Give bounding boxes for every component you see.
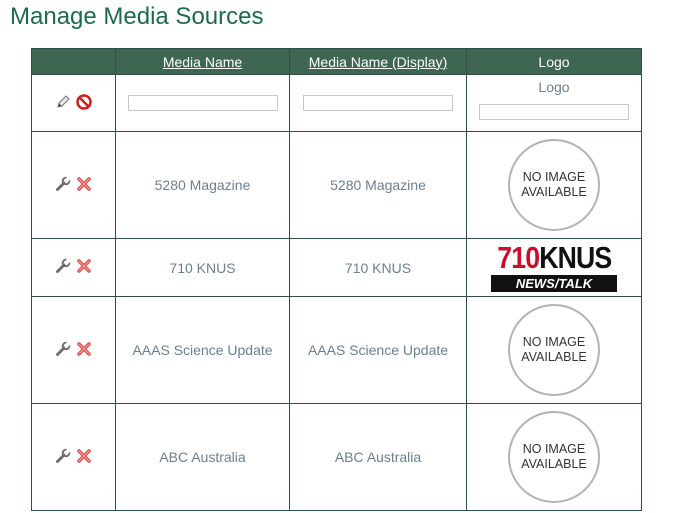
no-image-line1: NO IMAGE — [522, 442, 586, 456]
media-name-display-cell: 710 KNUS — [289, 238, 467, 297]
knus-logo-tagline: NEWS/TALK — [491, 274, 617, 292]
table-row: AAAS Science Update AAAS Science Update … — [31, 296, 642, 404]
row-actions-cell — [31, 296, 116, 404]
no-image-line1: NO IMAGE — [522, 335, 586, 349]
table-row: 710 KNUS 710 KNUS 710KNUS NEWS/TALK — [31, 238, 642, 297]
table-row: 5280 Magazine 5280 Magazine NO IMAGE AVA… — [31, 131, 642, 239]
wrench-icon[interactable] — [55, 447, 71, 464]
delete-x-icon[interactable] — [76, 341, 92, 357]
no-image-placeholder: NO IMAGE AVAILABLE — [508, 411, 600, 503]
sort-media-name-link[interactable]: Media Name — [163, 54, 242, 70]
media-sources-table: Media Name Media Name (Display) Logo Log… — [31, 48, 642, 511]
logo-filter-input[interactable] — [479, 104, 629, 120]
media-name-display-cell: ABC Australia — [289, 403, 467, 511]
knus-logo-number: 710 — [496, 239, 540, 275]
delete-x-icon[interactable] — [76, 448, 92, 464]
media-name-filter-cell — [115, 74, 290, 132]
delete-x-icon[interactable] — [76, 176, 92, 192]
no-image-line2: AVAILABLE — [521, 457, 587, 471]
logo-header: Logo — [466, 48, 642, 75]
logo-cell: NO IMAGE AVAILABLE — [466, 131, 642, 239]
logo-filter-label: Logo — [538, 79, 570, 95]
media-name-display-filter-cell — [289, 74, 467, 132]
media-name-cell: ABC Australia — [115, 403, 290, 511]
sort-media-name-display-link[interactable]: Media Name (Display) — [309, 54, 447, 70]
media-name-display-filter-input[interactable] — [303, 95, 453, 111]
wrench-icon[interactable] — [55, 258, 71, 274]
page-title: Manage Media Sources — [10, 3, 264, 30]
filter-actions-cell — [31, 74, 116, 132]
logo-cell: NO IMAGE AVAILABLE — [466, 296, 642, 404]
delete-x-icon[interactable] — [76, 258, 92, 274]
cancel-icon[interactable] — [76, 93, 92, 110]
media-name-filter-input[interactable] — [127, 95, 278, 111]
media-name-display-cell: AAAS Science Update — [289, 296, 467, 404]
logo-filter-cell: Logo — [466, 74, 642, 132]
row-actions-cell — [31, 238, 116, 297]
media-name-cell: AAAS Science Update — [115, 296, 290, 404]
media-name-display-cell: 5280 Magazine — [289, 131, 467, 239]
media-name-header: Media Name — [115, 48, 290, 75]
no-image-line1: NO IMAGE — [522, 170, 586, 184]
header-row: Media Name Media Name (Display) Logo — [31, 48, 642, 75]
pencil-icon[interactable] — [55, 94, 71, 110]
logo-cell: NO IMAGE AVAILABLE — [466, 403, 642, 511]
no-image-line2: AVAILABLE — [521, 350, 587, 364]
knus-logo-name: KNUS — [538, 239, 612, 275]
table-row: ABC Australia ABC Australia NO IMAGE AVA… — [31, 403, 642, 511]
filter-row: Logo — [31, 74, 642, 132]
row-actions-cell — [31, 403, 116, 511]
row-actions-cell — [31, 131, 116, 239]
no-image-placeholder: NO IMAGE AVAILABLE — [508, 139, 600, 231]
knus-logo: 710KNUS NEWS/TALK — [491, 239, 617, 295]
logo-cell: 710KNUS NEWS/TALK — [466, 238, 642, 297]
no-image-line2: AVAILABLE — [521, 185, 587, 199]
media-name-cell: 5280 Magazine — [115, 131, 290, 239]
media-name-display-header: Media Name (Display) — [289, 48, 467, 75]
no-image-placeholder: NO IMAGE AVAILABLE — [508, 304, 600, 396]
media-name-cell: 710 KNUS — [115, 238, 290, 297]
wrench-icon[interactable] — [55, 340, 71, 357]
actions-header — [31, 48, 116, 75]
wrench-icon[interactable] — [55, 175, 71, 192]
